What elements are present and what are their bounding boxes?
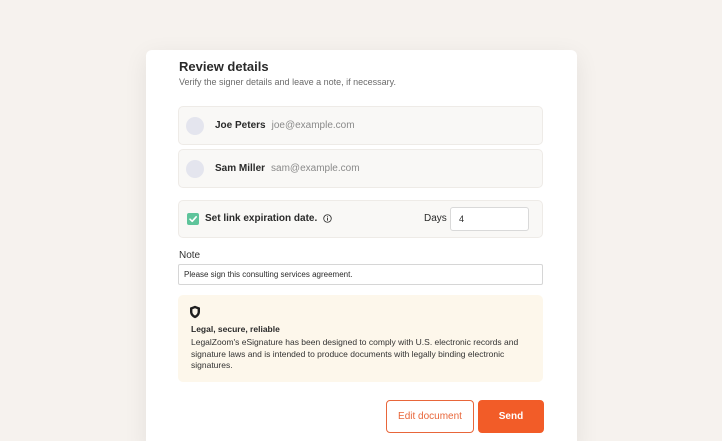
expiration-label[interactable]: Set link expiration date.: [205, 213, 317, 224]
note-input[interactable]: [178, 264, 543, 285]
shield-icon: [190, 305, 200, 319]
page-subtitle: Verify the signer details and leave a no…: [179, 77, 396, 87]
signer-row: Joe Peters joe@example.com: [178, 106, 543, 145]
legal-callout: Legal, secure, reliable LegalZoom's eSig…: [178, 295, 543, 382]
days-label: Days: [424, 213, 447, 224]
edit-document-button[interactable]: Edit document: [386, 400, 474, 433]
callout-body: LegalZoom's eSignature has been designed…: [191, 337, 519, 370]
avatar: [186, 116, 204, 135]
send-button[interactable]: Send: [478, 400, 544, 433]
checkmark-icon: [189, 216, 197, 223]
expiration-row: Set link expiration date. Days: [178, 200, 543, 238]
signer-name: Sam Miller: [215, 163, 266, 174]
avatar: [186, 159, 204, 178]
note-label: Note: [179, 250, 201, 261]
expiration-checkbox[interactable]: [187, 213, 199, 225]
page-title: Review details: [179, 59, 269, 74]
review-details-modal: Review details Verify the signer details…: [146, 50, 577, 441]
signer-name: Joe Peters: [215, 120, 266, 131]
signer-email: sam@example.com: [271, 163, 360, 174]
signer-row: Sam Miller sam@example.com: [178, 149, 543, 188]
signer-email: joe@example.com: [271, 120, 355, 131]
days-input[interactable]: [450, 207, 529, 231]
info-icon[interactable]: [323, 214, 332, 223]
callout-title: Legal, secure, reliable: [191, 324, 280, 334]
